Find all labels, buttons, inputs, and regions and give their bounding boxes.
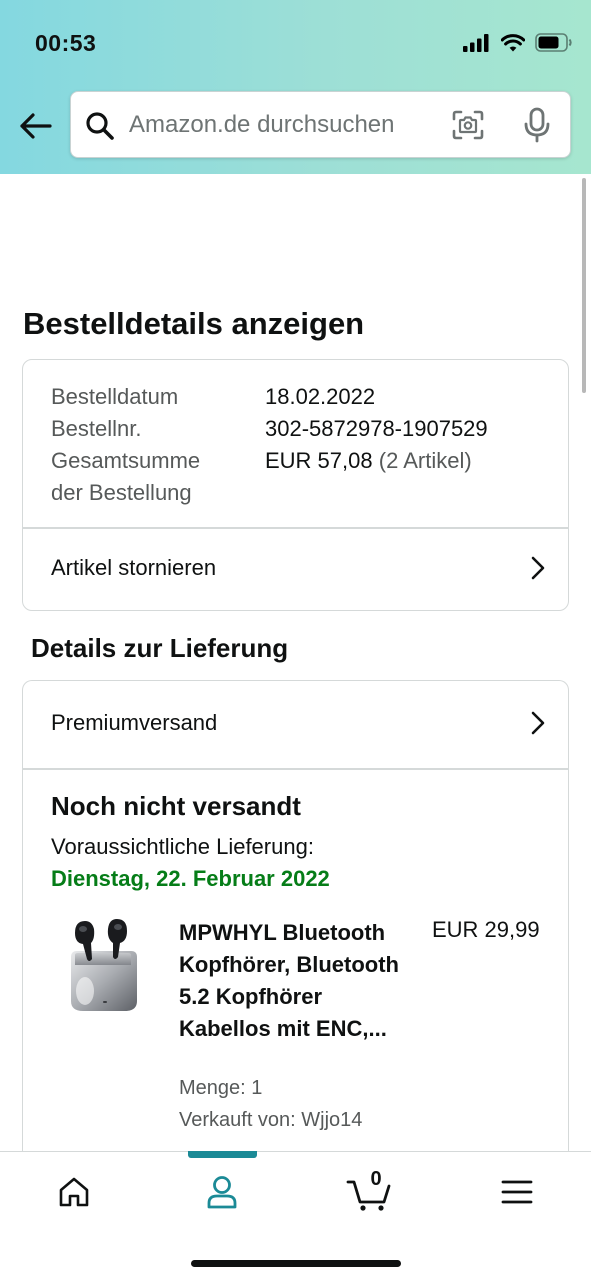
cellular-signal-icon	[463, 33, 489, 52]
shipping-method-label: Premiumversand	[51, 710, 218, 735]
order-total-items: (2 Artikel)	[378, 448, 472, 473]
delivery-section-title: Details zur Lieferung	[31, 633, 289, 663]
chevron-right-icon	[531, 556, 545, 580]
header: 00:53	[0, 0, 591, 174]
nav-menu[interactable]	[487, 1170, 547, 1214]
divider	[23, 768, 568, 770]
order-date-value: 18.02.2022	[265, 384, 376, 409]
expected-delivery-date: Dienstag, 22. Februar 2022	[51, 866, 330, 891]
order-number-value: 302-5872978-1907529	[265, 416, 488, 441]
order-date-label: Bestelldatum	[51, 384, 179, 409]
home-indicator[interactable]	[191, 1260, 401, 1267]
order-total-label-line1: Gesamtsumme	[51, 448, 201, 473]
chevron-right-icon	[531, 711, 545, 735]
wifi-icon	[501, 33, 525, 51]
cancel-items-link[interactable]: Artikel stornieren	[23, 528, 568, 608]
product-price: EUR 29,99	[432, 917, 540, 942]
order-total-value: EUR 57,08 (2 Artikel)	[265, 448, 472, 474]
order-total-label-line2: der Bestellung	[51, 480, 192, 505]
order-number-label: Bestellnr.	[51, 416, 142, 441]
nav-cart[interactable]: 0	[340, 1168, 400, 1214]
product-title-link[interactable]: MPWHYL Bluetooth Kopfhörer, Bluetooth 5.…	[179, 917, 409, 1045]
search-bar[interactable]	[70, 91, 571, 158]
status-time: 00:53	[35, 30, 97, 56]
product-seller: Verkauft von: Wjjo14	[179, 1109, 363, 1131]
search-icon	[86, 112, 114, 140]
status-icons	[463, 33, 573, 52]
back-button[interactable]	[16, 107, 54, 145]
arrow-left-icon	[20, 113, 52, 139]
page-title: Bestelldetails anzeigen	[23, 306, 365, 341]
battery-icon	[535, 33, 572, 52]
search-input[interactable]	[129, 104, 429, 146]
home-icon	[59, 1177, 89, 1207]
camera-scan-icon[interactable]	[451, 109, 485, 141]
cancel-items-label: Artikel stornieren	[51, 555, 217, 580]
nav-home[interactable]	[44, 1170, 104, 1214]
product-image[interactable]	[65, 913, 141, 1015]
order-summary-card: Bestelldatum 18.02.2022 Bestellnr. 302-5…	[22, 359, 569, 611]
menu-icon	[501, 1180, 533, 1204]
account-icon	[207, 1176, 237, 1209]
delivery-card: Premiumversand Noch nicht versandt Vorau…	[22, 680, 569, 1200]
product-quantity: Menge: 1	[179, 1077, 263, 1099]
cart-count-badge: 0	[370, 1168, 382, 1190]
scrollbar[interactable]	[582, 178, 586, 393]
order-total-amount: EUR 57,08	[265, 448, 373, 473]
nav-account[interactable]	[192, 1170, 252, 1214]
shipment-status: Noch nicht versandt	[51, 791, 301, 821]
active-tab-indicator	[188, 1151, 257, 1158]
microphone-icon[interactable]	[523, 107, 551, 143]
expected-delivery-label: Voraussichtliche Lieferung:	[51, 834, 314, 859]
shipping-method-link[interactable]: Premiumversand	[23, 683, 568, 763]
